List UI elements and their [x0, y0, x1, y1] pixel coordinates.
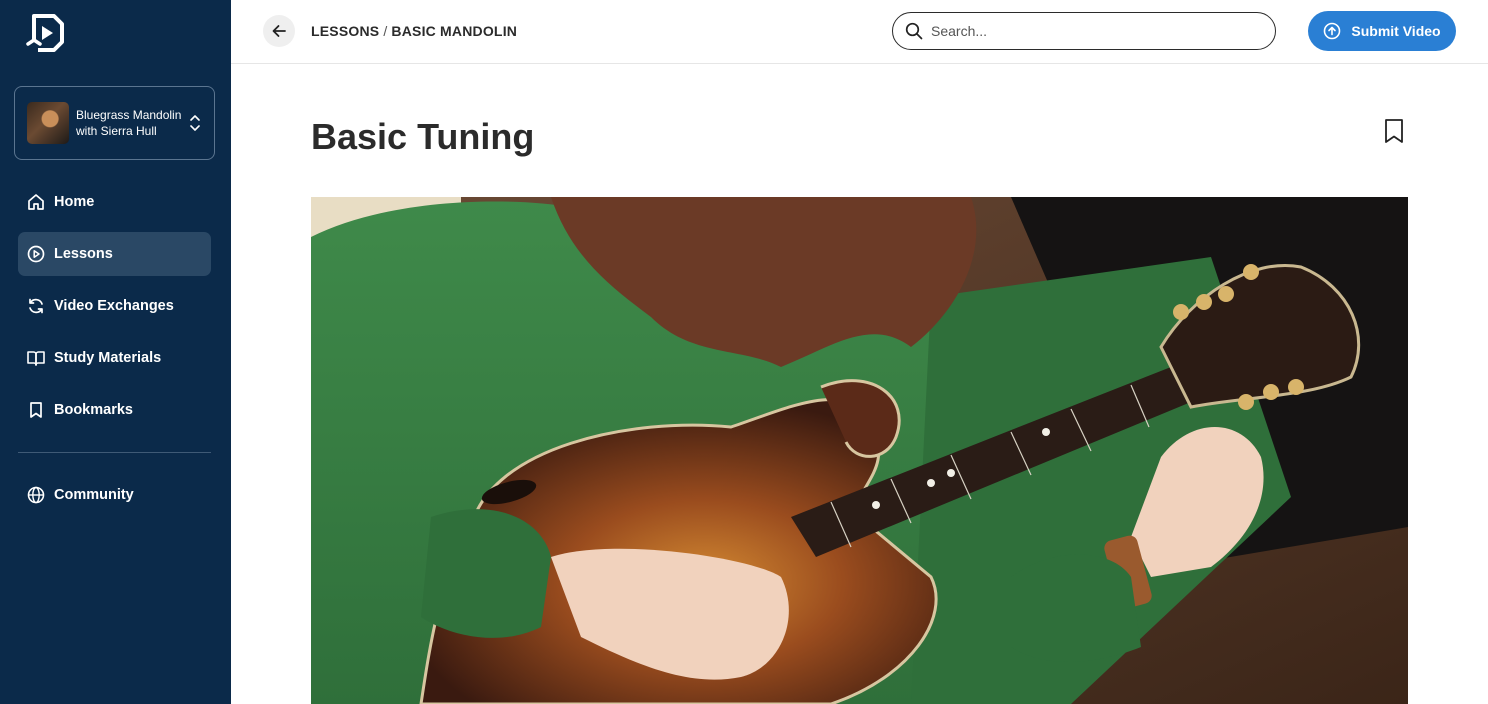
- submit-video-label: Submit Video: [1351, 23, 1441, 39]
- sidebar-item-label: Home: [54, 194, 95, 210]
- video-frame: [311, 197, 1408, 704]
- sidebar-item-label: Video Exchanges: [54, 298, 174, 314]
- sidebar: Bluegrass Mandolin with Sierra Hull Home…: [0, 0, 231, 704]
- sidebar-divider: [18, 452, 211, 453]
- breadcrumb-basic-mandolin[interactable]: BASIC MANDOLIN: [391, 23, 517, 39]
- lesson-video-player[interactable]: [311, 197, 1408, 704]
- home-icon: [28, 194, 44, 210]
- submit-video-button[interactable]: Submit Video: [1308, 11, 1456, 51]
- refresh-icon: [29, 298, 43, 314]
- sidebar-item-label: Community: [54, 487, 134, 503]
- sidebar-nav: Home Lessons Video Exchanges Study Mater…: [18, 180, 211, 440]
- course-thumbnail: [27, 102, 69, 144]
- upload-circle-icon: [1324, 22, 1341, 40]
- sidebar-item-label: Bookmarks: [54, 402, 133, 418]
- sidebar-community-section: Community: [18, 473, 211, 525]
- course-title: Bluegrass Mandolin with Sierra Hull: [76, 108, 182, 138]
- sidebar-item-home[interactable]: Home: [18, 180, 211, 224]
- book-icon: [27, 351, 45, 366]
- globe-icon: [27, 486, 45, 504]
- sidebar-item-bookmarks[interactable]: Bookmarks: [18, 388, 211, 432]
- sidebar-item-study-materials[interactable]: Study Materials: [18, 336, 211, 380]
- search-input[interactable]: [931, 23, 1251, 39]
- page-title: Basic Tuning: [311, 116, 535, 157]
- bookmark-icon: [30, 402, 42, 418]
- logo-icon[interactable]: [24, 10, 68, 54]
- sidebar-item-community[interactable]: Community: [18, 473, 211, 517]
- back-button[interactable]: [263, 15, 295, 47]
- chevron-up-down-icon: [190, 115, 200, 131]
- sidebar-item-video-exchanges[interactable]: Video Exchanges: [18, 284, 211, 328]
- search-box[interactable]: [892, 12, 1276, 50]
- search-icon: [905, 22, 923, 40]
- top-bar: LESSONS/BASIC MANDOLIN Submit Video: [231, 0, 1488, 64]
- sidebar-item-label: Study Materials: [54, 350, 162, 366]
- play-circle-icon: [27, 245, 45, 263]
- sidebar-item-label: Lessons: [54, 246, 113, 262]
- breadcrumb: LESSONS / BASIC MANDOLIN: [311, 23, 517, 39]
- bookmark-lesson-icon[interactable]: [1382, 118, 1406, 144]
- arrow-left-icon: [272, 25, 286, 37]
- sidebar-item-lessons[interactable]: Lessons: [18, 232, 211, 276]
- breadcrumb-separator: /: [383, 23, 388, 39]
- course-switcher[interactable]: Bluegrass Mandolin with Sierra Hull: [14, 86, 215, 160]
- breadcrumb-lessons[interactable]: LESSONS: [311, 23, 379, 39]
